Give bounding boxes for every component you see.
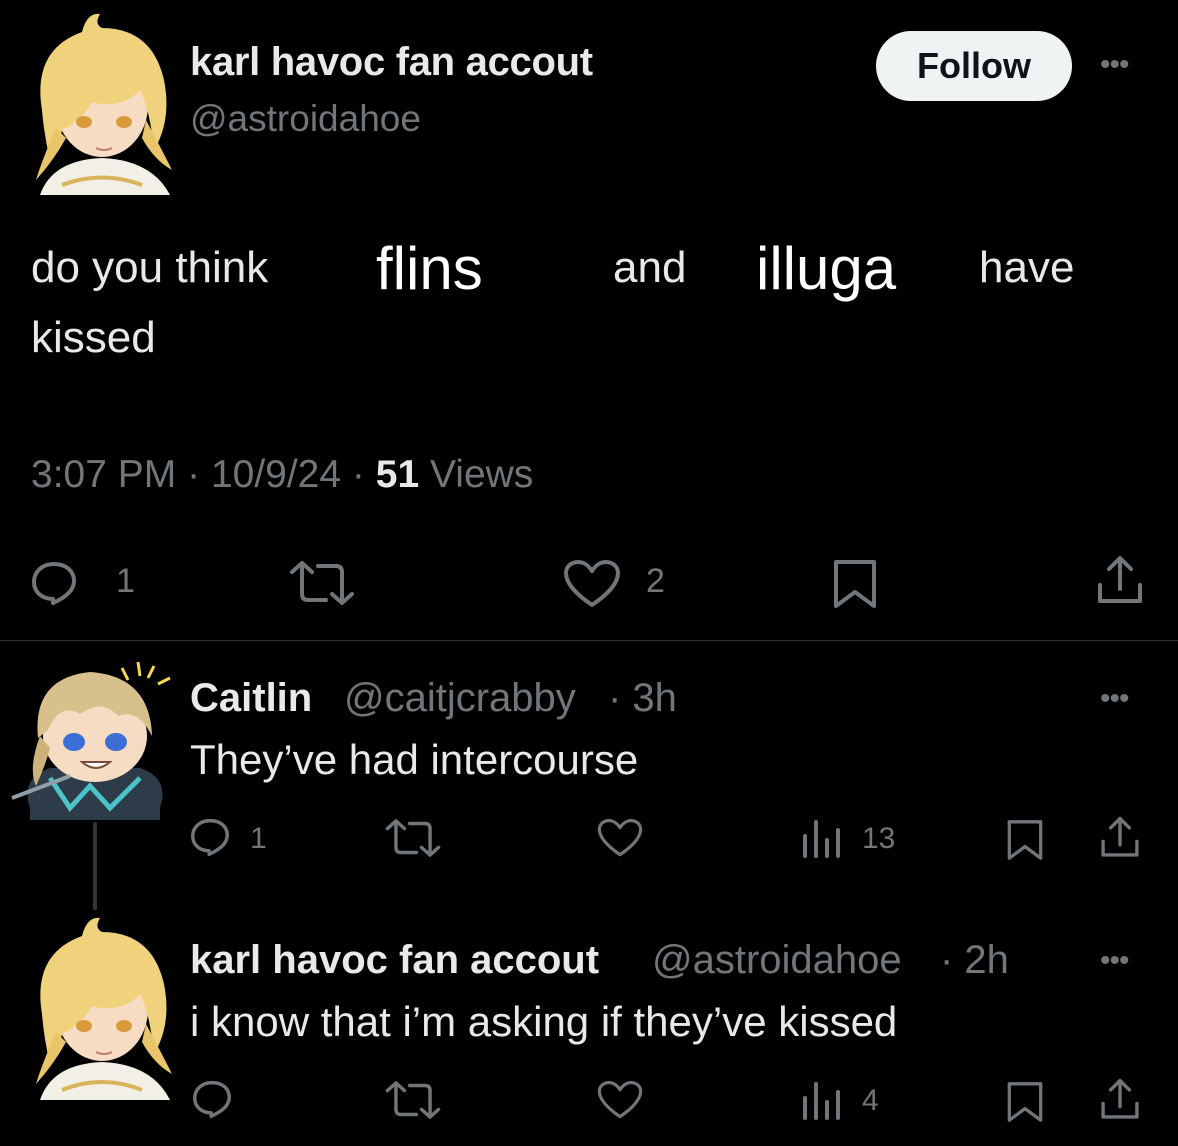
- follow-button[interactable]: Follow: [876, 31, 1072, 101]
- like-count: 2: [646, 562, 665, 600]
- post-meta: 3:07 PM · 10/9/24 · 51 Views: [31, 453, 534, 496]
- post-age[interactable]: · 2h: [940, 938, 1009, 983]
- reply-text: i know that i’m asking if they’ve kissed: [190, 998, 898, 1045]
- retweet-icon[interactable]: [384, 818, 442, 858]
- share-icon[interactable]: [1098, 1077, 1142, 1123]
- views-icon[interactable]: [800, 1080, 844, 1120]
- like-icon[interactable]: [563, 559, 621, 609]
- divider: [0, 640, 1178, 641]
- reply-icon[interactable]: [31, 561, 77, 605]
- post-age[interactable]: · 3h: [608, 676, 677, 721]
- user-handle[interactable]: @caitjcrabby: [344, 676, 576, 721]
- like-icon[interactable]: [597, 1080, 643, 1120]
- user-handle[interactable]: @astroidahoe: [652, 938, 902, 983]
- more-options-icon[interactable]: •••: [1100, 48, 1129, 82]
- post-text-highlight: flins: [376, 235, 483, 302]
- share-icon[interactable]: [1094, 555, 1146, 607]
- display-name[interactable]: karl havoc fan accout: [190, 938, 599, 983]
- more-options-icon[interactable]: •••: [1100, 682, 1129, 716]
- reply-count: 1: [116, 562, 135, 600]
- bookmark-icon[interactable]: [1006, 818, 1044, 862]
- post-text-part: do you think: [31, 243, 269, 292]
- post-text-part: and: [613, 243, 687, 292]
- post-date[interactable]: 10/9/24: [211, 453, 341, 496]
- views-count: 51: [375, 453, 420, 496]
- reply-icon[interactable]: [190, 818, 230, 856]
- user-handle[interactable]: @astroidahoe: [190, 98, 421, 140]
- display-name[interactable]: Caitlin: [190, 676, 312, 721]
- reply-icon[interactable]: [192, 1080, 232, 1118]
- post-text-highlight: illuga: [756, 235, 897, 302]
- share-icon[interactable]: [1098, 815, 1142, 861]
- reply-count: 1: [250, 822, 267, 855]
- bookmark-icon[interactable]: [832, 558, 878, 610]
- retweet-icon[interactable]: [384, 1080, 442, 1120]
- more-options-icon[interactable]: •••: [1100, 944, 1129, 978]
- avatar[interactable]: [22, 10, 182, 195]
- bookmark-icon[interactable]: [1006, 1080, 1044, 1124]
- reply-text: They’ve had intercourse: [190, 736, 639, 783]
- post-text-part: have: [979, 243, 1075, 292]
- views-count: 4: [862, 1084, 879, 1117]
- like-icon[interactable]: [597, 818, 643, 858]
- display-name[interactable]: karl havoc fan accout: [190, 40, 593, 85]
- post-time[interactable]: 3:07 PM: [31, 453, 176, 496]
- post-text-part: kissed: [31, 313, 156, 362]
- avatar[interactable]: [10, 658, 180, 820]
- avatar[interactable]: [22, 912, 182, 1100]
- thread-line: [93, 822, 97, 910]
- views-label: Views: [429, 453, 534, 496]
- retweet-icon[interactable]: [288, 560, 356, 606]
- views-icon[interactable]: [800, 818, 844, 858]
- views-count: 13: [862, 822, 896, 855]
